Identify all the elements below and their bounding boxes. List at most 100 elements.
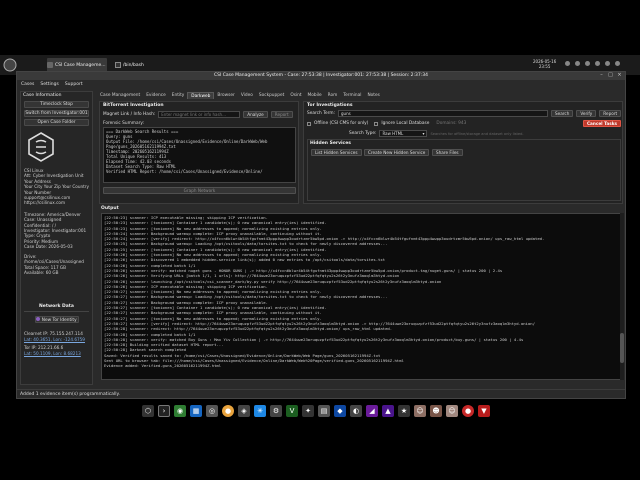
new-tor-identity-button[interactable]: New Tor Identity	[34, 316, 79, 324]
tab-osint[interactable]: Osint	[287, 92, 304, 99]
power-tray-icon[interactable]	[595, 61, 600, 66]
window-title: CSI Case Management System - Case: 27:53…	[213, 73, 429, 78]
tab-rom[interactable]: Rom	[325, 92, 341, 99]
status-bar: Added 1 evidence item(s) programmaticall…	[17, 389, 625, 398]
taskbar-app-csi[interactable]: CSI Case Manageme...	[47, 58, 107, 72]
open-case-folder-button[interactable]: Open Case Folder	[24, 119, 89, 126]
tab-mobile[interactable]: Mobile	[305, 92, 325, 99]
list-hidden-services-button[interactable]: List Hidden Services	[311, 149, 362, 156]
search-type-value: Raw HTML	[382, 131, 404, 136]
close-icon[interactable]: ×	[617, 73, 622, 78]
files-icon[interactable]: ◉	[174, 405, 186, 417]
bittorrent-heading: BitTorrent Investigation	[103, 103, 164, 108]
tor-report-button[interactable]: Report	[599, 110, 622, 117]
ghidra-icon[interactable]: ◐	[350, 405, 362, 417]
firefox-icon[interactable]: ◎	[206, 405, 218, 417]
settings-icon[interactable]: ⚙	[270, 405, 282, 417]
tab-terminal[interactable]: Terminal	[340, 92, 364, 99]
csi-logo-icon	[27, 132, 55, 162]
tab-sockpuppet[interactable]: Sockpuppet	[256, 92, 287, 99]
char2-icon[interactable]: ☻	[430, 405, 442, 417]
hidden-services-heading: Hidden Services	[310, 141, 351, 146]
timeclock-stop-button[interactable]: Timeclock Stop	[24, 101, 89, 108]
tab-video[interactable]: Video	[238, 92, 256, 99]
search-type-label: Search Type:	[349, 131, 377, 136]
switch-investigator-button[interactable]: Switch from Investigator:001	[24, 110, 89, 117]
tab-case-management[interactable]: Case Management	[97, 92, 143, 99]
case-line: Case Date: 2026-05-03	[24, 244, 73, 250]
create-hidden-service-button[interactable]: Create New Hidden Service	[364, 149, 430, 156]
menu-settings[interactable]: Settings	[40, 82, 58, 87]
graph-network-button[interactable]: Graph Network	[103, 187, 296, 194]
taskbar-app-terminal[interactable]: /bin/bash	[115, 58, 155, 72]
menu-support[interactable]: Support	[65, 82, 83, 87]
output-log[interactable]: [22:50:23] scanner: ICP executable missi…	[101, 213, 621, 380]
search-type-hint: Searches for offline/storage and dataset…	[430, 131, 524, 136]
menu-tray-icon[interactable]	[615, 61, 620, 66]
offline-label: Offline (CSI CMS for only)	[314, 121, 369, 126]
ignore-db-checkbox[interactable]	[374, 121, 379, 126]
char3-icon[interactable]: ☺	[446, 405, 458, 417]
char-icon[interactable]: ☺	[414, 405, 426, 417]
burp-icon[interactable]: ★	[398, 405, 410, 417]
tor-icon[interactable]: ◈	[238, 405, 250, 417]
search-type-row: Search Type: Raw HTML ▾ Searches for off…	[349, 130, 524, 137]
csi-icon[interactable]: ⬡	[142, 405, 154, 417]
network-tray-icon[interactable]	[565, 61, 570, 66]
tab-entity[interactable]: Entity	[169, 92, 188, 99]
output-heading: Output	[101, 206, 119, 211]
tor-geo-link[interactable]: Lat: 50.1109, Lon: 8.68213	[24, 351, 89, 356]
chrome-icon[interactable]: ●	[222, 405, 234, 417]
case-info-sidebar: Case Information Timeclock Stop Switch f…	[20, 91, 93, 385]
hat-icon[interactable]: ▼	[478, 405, 490, 417]
bluetooth-tray-icon[interactable]	[585, 61, 590, 66]
magnet-label: Magnet Link / Info Hash:	[103, 112, 156, 117]
forensic-summary-text[interactable]: === DarkWeb Search Results === Query: gun…	[103, 127, 296, 183]
wireshark-icon[interactable]: ◆	[334, 405, 346, 417]
analysis-icon[interactable]: ▤	[318, 405, 330, 417]
divider	[24, 311, 89, 313]
analyze-button[interactable]: Analyze	[243, 111, 268, 118]
vpn-icon[interactable]: V	[286, 405, 298, 417]
tor-panel: Tor Investigations Search Term: Search V…	[303, 101, 623, 204]
drive-line: Drive: /home/csi/Cases/Unassigned	[24, 253, 84, 265]
volume-tray-icon[interactable]	[575, 61, 580, 66]
dock: ⬡ › ◉ ▦ ◎ ● ◈ ✳ ⚙ V ✦ ▤ ◆ ◐ ◢ ▲ ★ ☺ ☻ ☺ …	[142, 403, 490, 419]
tab-browser[interactable]: Browser	[214, 92, 237, 99]
tab-evidence[interactable]: Evidence	[143, 92, 169, 99]
search-button[interactable]: Search	[551, 110, 574, 117]
log-line: Evidence added: Verified-guns_2026051621…	[104, 363, 222, 369]
terminal-icon[interactable]: ›	[158, 405, 170, 417]
drive-line: Available: 60 GB	[24, 269, 59, 275]
tools-icon[interactable]: ✦	[302, 405, 314, 417]
crypto-icon[interactable]: ◢	[366, 405, 378, 417]
clearnet-geo-link[interactable]: Lat: 40.3651, Lon: -124.6759	[24, 337, 89, 342]
network-icon[interactable]: ▦	[190, 405, 202, 417]
menu-cases[interactable]: Cases	[21, 82, 34, 87]
chevron-down-icon: ▾	[422, 131, 425, 136]
search-type-select[interactable]: Raw HTML ▾	[379, 130, 428, 137]
maximize-icon[interactable]: □	[608, 73, 613, 78]
tab-darkweb[interactable]: Darkweb	[187, 92, 215, 99]
search-term-input[interactable]	[338, 110, 548, 117]
maltego-icon[interactable]: ✳	[254, 405, 266, 417]
magnet-input[interactable]	[158, 111, 241, 118]
tab-notes[interactable]: Notes	[364, 92, 382, 99]
output-scrollbar[interactable]	[620, 213, 624, 380]
app-window: CSI Case Management System - Case: 27:53…	[16, 71, 626, 399]
user-tray-icon[interactable]	[605, 61, 610, 66]
verify-button[interactable]: Verify	[576, 110, 597, 117]
website-link[interactable]: https://csilinux.com	[24, 200, 89, 205]
window-titlebar[interactable]: CSI Case Management System - Case: 27:53…	[17, 72, 625, 80]
bitt-report-button[interactable]: Report	[270, 111, 293, 118]
scrollbar-thumb[interactable]	[620, 333, 624, 363]
share-files-button[interactable]: Share Files	[432, 149, 463, 156]
cancel-tasks-button[interactable]: Cancel Tasks	[582, 120, 621, 127]
search-term-label: Search Term:	[307, 111, 335, 116]
clock[interactable]: 2026-05-16 23:55	[533, 59, 556, 69]
red-icon[interactable]: ●	[462, 405, 474, 417]
kali-icon[interactable]: ▲	[382, 405, 394, 417]
offline-checkbox[interactable]	[307, 121, 311, 126]
network-info: Clearnet IP: 75.155.247.114 Lat: 40.3651…	[21, 331, 92, 356]
minimize-icon[interactable]: –	[599, 73, 604, 78]
